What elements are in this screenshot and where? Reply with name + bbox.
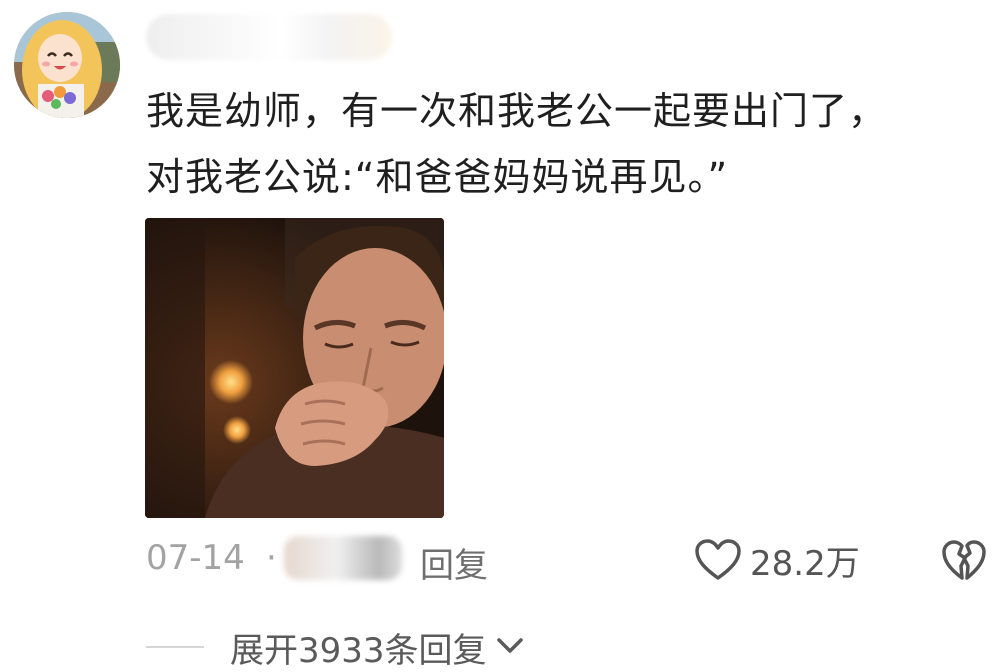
- avatar[interactable]: [14, 12, 120, 118]
- comment-image[interactable]: [145, 218, 444, 518]
- dislike-button[interactable]: [940, 536, 988, 584]
- chevron-down-icon: [495, 634, 525, 660]
- heart-outline-icon: [695, 539, 741, 580]
- like-count: 28.2万: [750, 543, 860, 584]
- divider-line: [146, 646, 204, 648]
- reply-button[interactable]: 回复: [420, 538, 488, 587]
- comment-date: 07-14: [146, 538, 245, 578]
- like-button[interactable]: 28.2万: [694, 532, 860, 588]
- comment-body: 我是幼师，有一次和我老公一起要出门了， 对我老公说:“和爸爸妈妈说再见。”: [146, 78, 986, 210]
- comment-line-1: 我是幼师，有一次和我老公一起要出门了，: [146, 89, 888, 133]
- expand-replies-button[interactable]: 展开3933条回复: [146, 622, 525, 672]
- expand-replies-label: 展开3933条回复: [230, 630, 487, 671]
- meta-separator: ·: [266, 538, 277, 578]
- comment-meta-row: 07-14 · 回复 28.2万: [0, 530, 1008, 594]
- comment-line-2: 对我老公说:“和爸爸妈妈说再见。”: [146, 155, 729, 199]
- username-redacted[interactable]: [146, 14, 392, 60]
- location-redacted: [284, 536, 402, 580]
- broken-heart-icon: [942, 540, 986, 580]
